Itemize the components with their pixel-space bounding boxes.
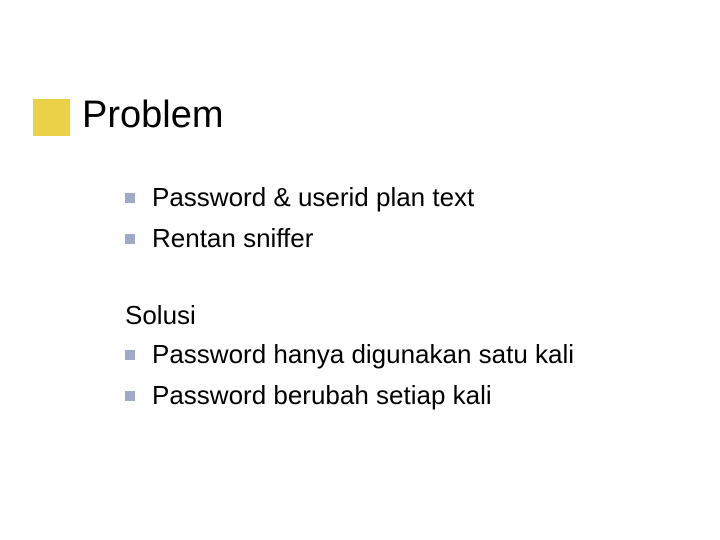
item-text: Password berubah setiap kali	[152, 378, 492, 413]
section-label: Solusi	[125, 300, 574, 331]
list-item: Password & userid plan text	[125, 180, 574, 215]
accent-square	[33, 99, 70, 136]
slide-title: Problem	[82, 94, 224, 137]
bullet-icon	[125, 193, 135, 203]
bullet-icon	[125, 234, 135, 244]
bullet-icon	[125, 391, 135, 401]
list-item: Rentan sniffer	[125, 221, 574, 256]
item-text: Password hanya digunakan satu kali	[152, 337, 574, 372]
slide-content: Password & userid plan text Rentan sniff…	[125, 180, 574, 419]
item-text: Password & userid plan text	[152, 180, 474, 215]
item-text: Rentan sniffer	[152, 221, 313, 256]
list-item: Password berubah setiap kali	[125, 378, 574, 413]
list-item: Password hanya digunakan satu kali	[125, 337, 574, 372]
bullet-icon	[125, 350, 135, 360]
